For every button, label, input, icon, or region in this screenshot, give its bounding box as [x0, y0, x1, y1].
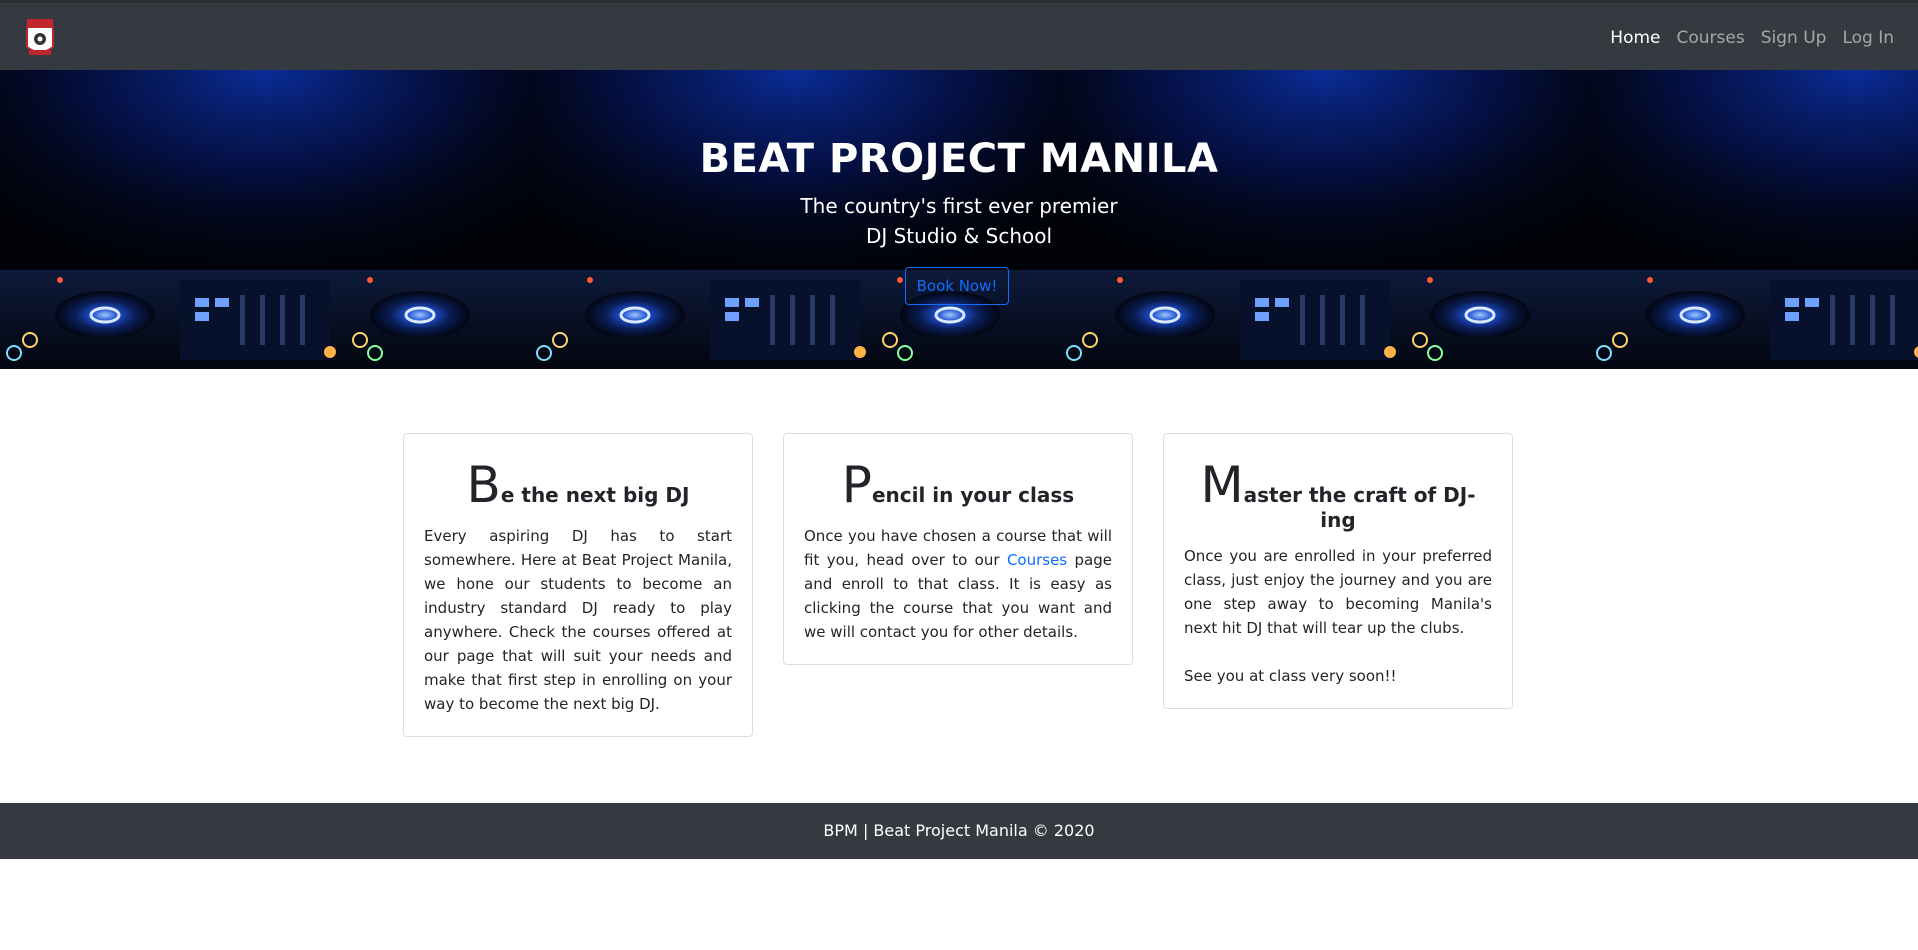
footer: BPM | Beat Project Manila © 2020	[0, 803, 1918, 859]
nav-home-link[interactable]: Home	[1610, 28, 1660, 48]
card-master-the-craft: Master the craft of DJ-ing Once you are …	[1163, 433, 1513, 709]
card-title-text: encil in your class	[871, 483, 1075, 507]
nav-signup-link[interactable]: Sign Up	[1761, 28, 1827, 48]
card-title: Pencil in your class	[804, 460, 1112, 510]
navbar: Home Courses Sign Up Log In	[0, 0, 1918, 70]
card-pencil-in-your-class: Pencil in your class Once you have chose…	[783, 433, 1133, 665]
card-body-text: Every aspiring DJ has to start somewhere…	[424, 527, 732, 713]
book-now-button[interactable]: Book Now!	[905, 267, 1009, 305]
hero-title: BEAT PROJECT MANILA	[699, 136, 1219, 182]
logo-badge-icon[interactable]	[24, 17, 56, 59]
card-body-text: Once you are enrolled in your preferred …	[1184, 547, 1492, 637]
hero-subtitle-line1: The country's first ever premier	[800, 194, 1118, 218]
card-title-initial: P	[841, 456, 872, 514]
card-title-text: aster the craft of DJ-ing	[1243, 483, 1476, 532]
card-be-the-next-big-dj: Be the next big DJ Every aspiring DJ has…	[403, 433, 753, 737]
footer-text: BPM | Beat Project Manila © 2020	[823, 821, 1095, 840]
card-title-initial: B	[466, 456, 501, 514]
card-body-text-2: See you at class very soon!!	[1184, 667, 1397, 685]
card-title-text: e the next big DJ	[500, 483, 690, 507]
courses-link[interactable]: Courses	[1007, 551, 1067, 569]
nav-login-link[interactable]: Log In	[1842, 28, 1894, 48]
card-title: Master the craft of DJ-ing	[1184, 460, 1492, 530]
hero-background-image	[0, 70, 1918, 369]
hero-banner: BEAT PROJECT MANILA The country's first …	[0, 70, 1918, 369]
card-title: Be the next big DJ	[424, 460, 732, 510]
nav-links: Home Courses Sign Up Log In	[1610, 3, 1894, 73]
nav-courses-link[interactable]: Courses	[1677, 28, 1745, 48]
card-title-initial: M	[1200, 456, 1244, 514]
card-body-text: Once you have chosen a course that will …	[804, 524, 1112, 644]
hero-subtitle-line2: DJ Studio & School	[865, 224, 1053, 248]
